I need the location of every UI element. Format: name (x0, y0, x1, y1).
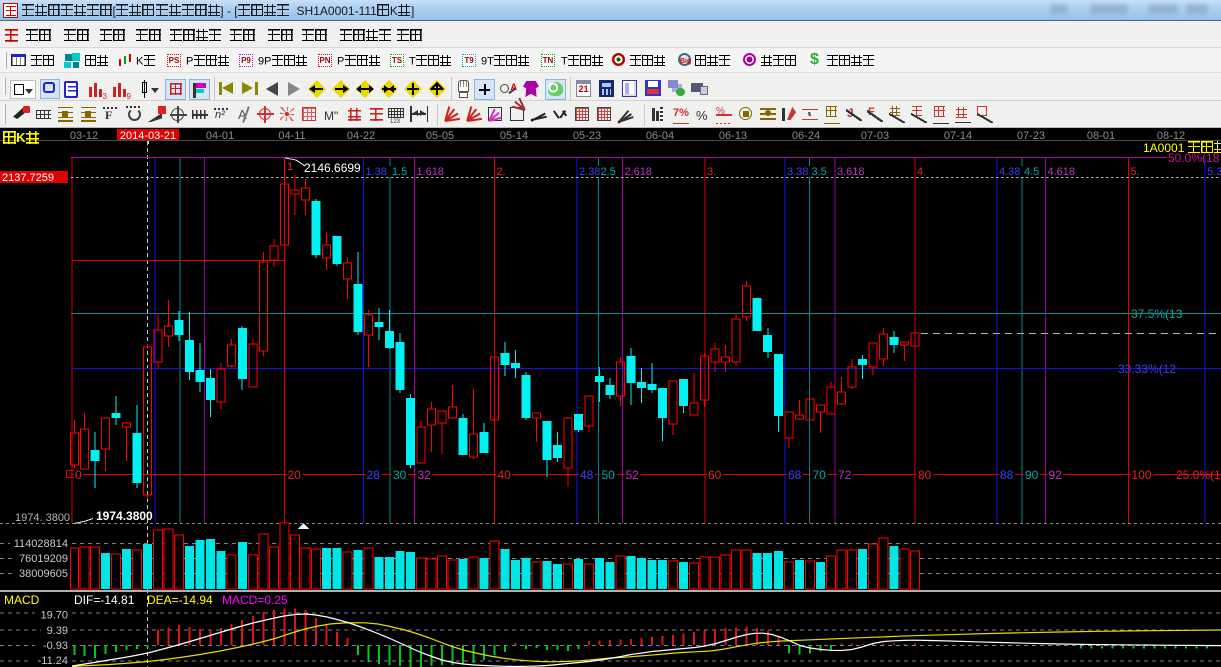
svg-text:4.: 4. (917, 166, 926, 178)
svg-text:-11.24: -11.24 (38, 655, 68, 667)
svg-text:3.: 3. (707, 166, 716, 178)
svg-text:50: 50 (602, 468, 616, 482)
svg-text:1.618: 1.618 (417, 166, 445, 178)
svg-text:20: 20 (288, 468, 302, 482)
svg-text:2.: 2. (497, 166, 506, 178)
svg-text:60: 60 (708, 468, 722, 482)
svg-text:0: 0 (75, 468, 82, 482)
svg-text:72: 72 (838, 468, 852, 482)
svg-text:100: 100 (1132, 468, 1152, 482)
svg-text:1.5: 1.5 (392, 166, 407, 178)
svg-text:40: 40 (498, 468, 512, 482)
svg-text:37.5%(13: 37.5%(13 (1131, 307, 1183, 321)
svg-text:2.5: 2.5 (601, 166, 616, 178)
svg-text:114028814: 114028814 (14, 538, 68, 550)
svg-text:48: 48 (580, 468, 594, 482)
svg-text:28: 28 (367, 468, 381, 482)
svg-text:52: 52 (626, 468, 640, 482)
svg-text:4.38: 4.38 (999, 166, 1020, 178)
svg-text:68: 68 (788, 468, 802, 482)
svg-text:4.618: 4.618 (1048, 166, 1076, 178)
svg-text:92: 92 (1049, 468, 1063, 482)
svg-text:3.618: 3.618 (837, 166, 865, 178)
svg-text:33.33%(12: 33.33%(12 (1118, 362, 1176, 376)
svg-text:MACD: MACD (4, 593, 40, 607)
svg-text:80: 80 (918, 468, 932, 482)
svg-text:88: 88 (1000, 468, 1014, 482)
svg-text:1974.3800: 1974.3800 (96, 509, 153, 523)
svg-text:90: 90 (1025, 468, 1039, 482)
svg-text:MACD=0.25: MACD=0.25 (222, 593, 288, 607)
svg-text:4.5: 4.5 (1024, 166, 1039, 178)
svg-text:-0.93: -0.93 (43, 640, 68, 652)
svg-text:9.39: 9.39 (47, 625, 68, 637)
svg-text:DIF=-14.81: DIF=-14.81 (74, 593, 135, 607)
svg-text:5.: 5. (1131, 166, 1140, 178)
svg-text:19.70: 19.70 (40, 610, 68, 622)
svg-text:38009605: 38009605 (19, 568, 68, 580)
svg-text:2.38: 2.38 (579, 166, 600, 178)
svg-text:3.38: 3.38 (787, 166, 808, 178)
svg-text:32: 32 (418, 468, 432, 482)
svg-text:2.618: 2.618 (625, 166, 653, 178)
svg-text:70: 70 (813, 468, 827, 482)
svg-text:1.38: 1.38 (366, 166, 387, 178)
svg-text:5.3: 5.3 (1207, 166, 1221, 178)
svg-text:2137.7259: 2137.7259 (2, 172, 54, 184)
svg-text:1: 1 (287, 161, 293, 173)
svg-text:1974. 3800: 1974. 3800 (15, 512, 70, 524)
svg-text:2146.6699: 2146.6699 (304, 161, 361, 175)
svg-text:30: 30 (393, 468, 407, 482)
svg-text:3.5: 3.5 (812, 166, 827, 178)
svg-text:DEA=-14.94: DEA=-14.94 (147, 593, 213, 607)
svg-text:25.0%(106: 25.0%(106 (1176, 468, 1221, 482)
svg-text:76019209: 76019209 (19, 553, 68, 565)
